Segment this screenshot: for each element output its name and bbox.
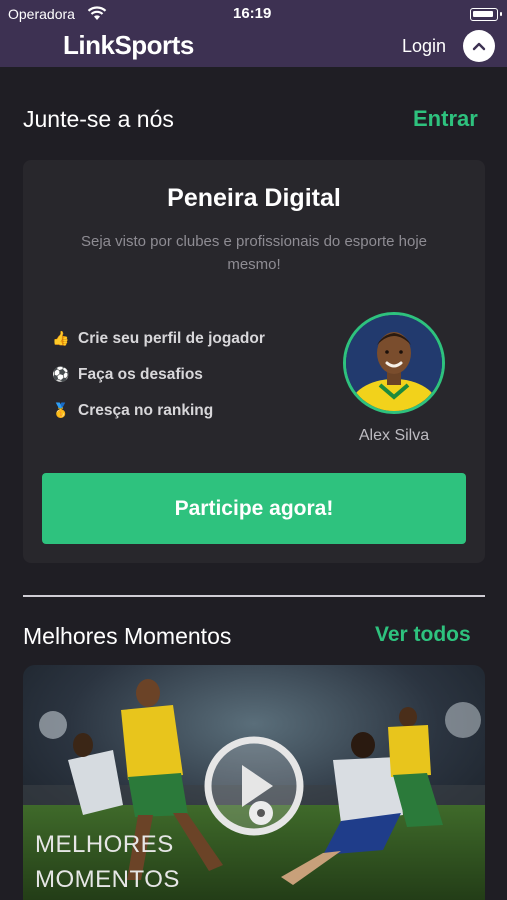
app-header: Operadora 16:19 LinkSports Login (0, 0, 507, 67)
app-logo: LinkSports (63, 30, 194, 60)
video-label: MELHORES MOMENTOS (35, 827, 180, 897)
login-link[interactable]: Login (402, 36, 446, 57)
player-name: Alex Silva (358, 427, 430, 444)
video-label-line-2: MOMENTOS (35, 866, 180, 893)
enter-link[interactable]: Entrar (413, 106, 478, 132)
join-now-button[interactable]: Participe agora! (42, 473, 466, 544)
card-title: Peneira Digital (167, 184, 341, 212)
card-subtitle: Seja visto por clubes e profissionais do… (80, 233, 428, 273)
medal-icon: 🥇 (52, 402, 70, 418)
feature-text: Faça os desafios (78, 366, 203, 383)
clock: 16:19 (233, 5, 272, 22)
feature-text: Crie seu perfil de jogador (78, 330, 265, 347)
feature-text: Cresça no ranking (78, 402, 214, 419)
digital-tryout-card: Peneira Digital Seja visto por clubes e … (23, 160, 485, 563)
join-section-title: Junte-se a nós (23, 106, 174, 132)
battery-icon (470, 8, 502, 21)
player-photo (346, 315, 442, 411)
highlights-video-thumbnail[interactable]: MELHORES MOMENTOS (23, 665, 485, 900)
feature-item: 🥇 Cresça no ranking (52, 402, 213, 420)
thumbs-up-icon: 👍 (52, 330, 70, 346)
status-bar: Operadora 16:19 (0, 0, 507, 28)
player-avatar (343, 312, 445, 414)
see-all-link[interactable]: Ver todos (375, 623, 471, 647)
feature-item: ⚽ Faça os desafios (52, 366, 203, 384)
highlights-section-title: Melhores Momentos (23, 623, 232, 649)
soccer-ball-icon: ⚽ (52, 366, 70, 382)
feature-item: 👍 Crie seu perfil de jogador (52, 330, 265, 348)
collapse-button[interactable] (463, 30, 495, 62)
chevron-up-icon (472, 42, 486, 51)
carrier-label: Operadora (8, 6, 75, 22)
video-label-line-1: MELHORES (35, 831, 174, 858)
section-divider (23, 595, 485, 597)
wifi-icon (87, 6, 107, 20)
